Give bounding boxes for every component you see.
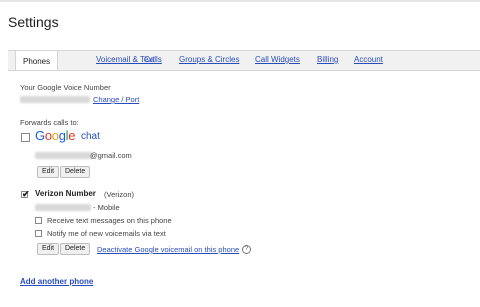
- google-voice-number-label: Your Google Voice Number: [20, 83, 111, 92]
- tab-bar: Phones Voicemail & Text Calls Groups & C…: [8, 50, 480, 71]
- google-logo-letter: G: [35, 128, 45, 143]
- verizon-checkbox[interactable]: ✔: [21, 189, 30, 199]
- top-divider: [0, 0, 480, 2]
- tab-billing[interactable]: Billing: [317, 55, 338, 64]
- notify-voicemail-checkbox[interactable]: [35, 230, 42, 237]
- page-title: Settings: [8, 14, 59, 30]
- tab-call-widgets[interactable]: Call Widgets: [255, 55, 300, 64]
- gmail-address-suffix: @gmail.com: [90, 151, 132, 160]
- receive-texts-checkbox[interactable]: [35, 217, 42, 224]
- google-logo: Google: [35, 128, 75, 143]
- verizon-phone-type: - Mobile: [93, 203, 120, 212]
- receive-texts-label: Receive text messages on this phone: [47, 216, 172, 225]
- google-logo-letter: o: [44, 128, 52, 143]
- google-chat-edit-button[interactable]: Edit: [37, 166, 60, 178]
- tab-groups-circles[interactable]: Groups & Circles: [179, 55, 239, 64]
- checkmark-icon: ✔: [22, 189, 30, 199]
- redacted-voice-number: [20, 96, 90, 103]
- notify-voicemail-label: Notify me of new voicemails via text: [47, 229, 166, 238]
- verizon-number-name: Verizon Number: [35, 189, 96, 198]
- settings-panel: Phones Voicemail & Text Calls Groups & C…: [8, 50, 480, 307]
- tab-phones[interactable]: Phones: [15, 50, 59, 71]
- redacted-email: [35, 152, 93, 159]
- forwards-calls-label: Forwards calls to:: [20, 118, 79, 127]
- deactivate-voicemail-link[interactable]: Deactivate Google voicemail on this phon…: [97, 245, 239, 254]
- google-logo-letter: o: [51, 128, 59, 143]
- tab-calls[interactable]: Calls: [144, 55, 162, 64]
- tab-account[interactable]: Account: [354, 55, 383, 64]
- google-chat-checkbox[interactable]: [21, 133, 30, 142]
- verizon-carrier: (Verizon): [104, 190, 135, 199]
- add-another-phone-link[interactable]: Add another phone: [20, 277, 93, 286]
- verizon-edit-button[interactable]: Edit: [37, 243, 60, 255]
- verizon-delete-button[interactable]: Delete: [60, 243, 91, 255]
- google-logo-letter: g: [58, 128, 66, 143]
- help-icon[interactable]: ?: [242, 245, 251, 254]
- change-port-link[interactable]: Change / Port: [93, 95, 139, 104]
- google-chat-delete-button[interactable]: Delete: [60, 166, 91, 178]
- phones-content: Your Google Voice Number Change / Port F…: [8, 70, 480, 307]
- google-logo-letter: e: [68, 128, 76, 143]
- google-chat-word: chat: [81, 131, 100, 142]
- redacted-verizon-number: [35, 204, 91, 211]
